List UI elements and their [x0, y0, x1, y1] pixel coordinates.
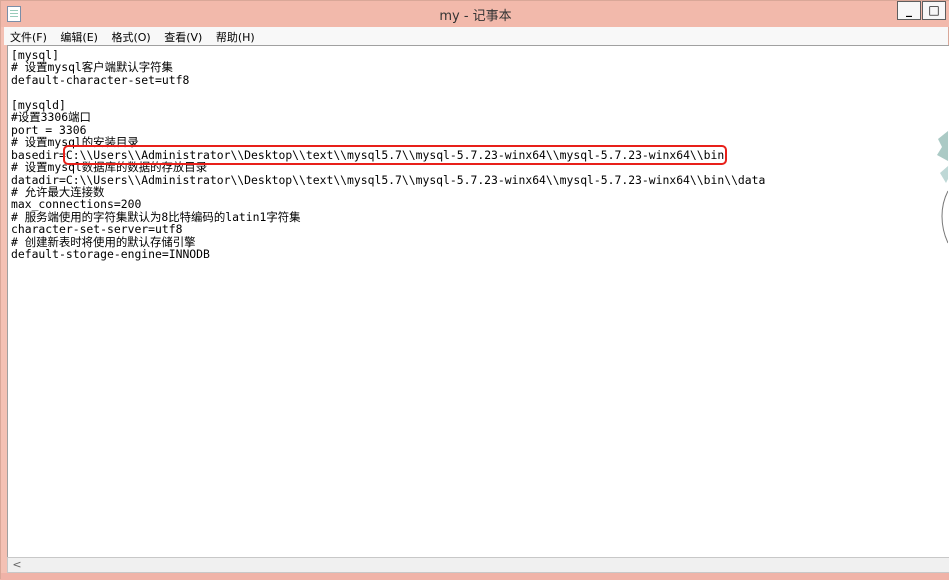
- notepad-window: my - 记事本 _ □ 文件(F) 编辑(E) 格式(O) 查看(V) 帮助(…: [0, 0, 949, 580]
- horizontal-scrollbar[interactable]: <: [7, 557, 949, 573]
- window-title: my - 记事本: [439, 9, 512, 24]
- menu-file[interactable]: 文件(F): [4, 27, 51, 45]
- menu-edit[interactable]: 编辑(E): [54, 27, 102, 45]
- editor-line: datadir=C:\\Users\\Administrator\\Deskto…: [11, 172, 766, 187]
- text-editor[interactable]: [mysql] # 设置mysql客户端默认字符集 default-charac…: [7, 45, 949, 559]
- editor-line: default-storage-engine=INNODB: [11, 247, 210, 262]
- title-bar[interactable]: my - 记事本 _ □: [1, 1, 949, 27]
- menu-help[interactable]: 帮助(H): [210, 27, 259, 45]
- editor-content[interactable]: [mysql] # 设置mysql客户端默认字符集 default-charac…: [8, 46, 949, 261]
- menu-format[interactable]: 格式(O): [105, 27, 154, 45]
- scroll-left-arrow-icon[interactable]: <: [10, 558, 24, 572]
- minimize-button[interactable]: _: [897, 1, 921, 20]
- menu-view[interactable]: 查看(V): [158, 27, 206, 45]
- maximize-button[interactable]: □: [922, 1, 946, 20]
- decorative-edge-graphic-icon: [937, 131, 948, 244]
- editor-line: default-character-set=utf8: [11, 72, 190, 87]
- menu-bar: 文件(F) 编辑(E) 格式(O) 查看(V) 帮助(H): [4, 27, 948, 45]
